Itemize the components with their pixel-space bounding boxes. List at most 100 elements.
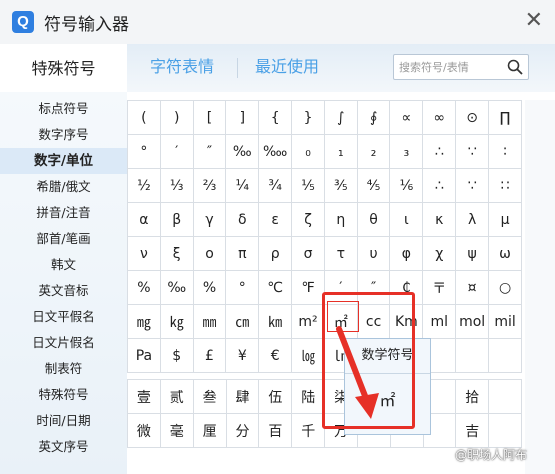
symbol-cell[interactable]: δ [225,202,260,237]
symbol-cell[interactable]: ∴ [422,134,457,169]
symbol-cell[interactable]: φ [389,236,424,271]
symbol-cell[interactable]: ₁ [323,134,358,169]
symbol-cell[interactable]: ㎝ [225,304,260,339]
symbol-cell[interactable]: ⅙ [389,168,424,203]
symbol-cell[interactable]: σ [291,236,325,271]
symbol-cell[interactable]: ℃ [258,270,293,305]
symbol-cell[interactable]: ㎎ [127,304,161,339]
scrollbar[interactable] [525,100,555,474]
symbol-cell[interactable]: ε [258,202,293,237]
symbol-cell[interactable]: ∶ [488,134,522,169]
symbol-cell[interactable]: % [127,270,161,305]
symbol-cell[interactable]: £ [192,338,227,373]
symbol-cell[interactable]: ∵ [455,168,490,203]
symbol-cell[interactable]: ι [389,202,424,237]
symbol-cell[interactable]: Pa [127,338,161,373]
symbol-cell[interactable]: ‰ [159,270,194,305]
symbol-cell[interactable]: 百 [258,413,293,448]
symbol-cell[interactable]: mil [488,304,522,339]
symbol-cell[interactable]: ₂ [356,134,391,169]
symbol-cell[interactable]: 吉 [455,413,490,448]
symbol-cell[interactable]: ψ [455,236,490,271]
symbol-cell[interactable]: ∝ [389,100,424,135]
symbol-cell[interactable]: ∏ [488,100,522,135]
symbol-cell[interactable] [488,413,522,448]
symbol-cell[interactable]: υ [356,236,391,271]
symbol-cell[interactable]: ] [225,100,260,135]
symbol-cell[interactable]: 分 [225,413,260,448]
symbol-cell[interactable]: τ [323,236,358,271]
sidebar-item-greek-russian[interactable]: 希腊/俄文 [0,174,127,200]
symbol-cell[interactable]: ⅘ [356,168,391,203]
symbol-cell[interactable]: ㎞ [258,304,293,339]
symbol-cell[interactable]: 千 [291,413,326,448]
symbol-cell[interactable]: € [258,338,293,373]
symbol-cell[interactable]: ∷ [488,168,522,203]
symbol-cell[interactable]: 微 [127,413,161,448]
symbol-cell[interactable]: ξ [159,236,194,271]
symbol-cell[interactable]: ⅕ [291,168,325,203]
symbol-cell[interactable]: ㏒ [291,338,325,373]
symbol-cell[interactable]: 贰 [159,379,194,414]
sidebar-item-box-drawing[interactable]: 制表符 [0,356,127,382]
search-icon[interactable] [506,58,524,76]
symbol-cell[interactable]: 拾 [455,379,490,414]
sidebar-item-number-sequence[interactable]: 数字序号 [0,122,127,148]
symbol-cell[interactable]: 〒 [422,270,457,305]
symbol-cell[interactable]: ) [159,100,194,135]
symbol-cell[interactable]: % [192,270,227,305]
sidebar-item-korean[interactable]: 韩文 [0,252,127,278]
symbol-cell[interactable]: ν [127,236,161,271]
symbol-cell[interactable]: ο [192,236,227,271]
symbol-cell[interactable]: 壹 [127,379,161,414]
symbol-cell[interactable]: ρ [258,236,293,271]
symbol-cell[interactable]: [ [192,100,227,135]
symbol-cell[interactable]: ㎜ [192,304,227,339]
sidebar-item-punctuation[interactable]: 标点符号 [0,96,127,122]
symbol-cell[interactable]: ∴ [422,168,457,203]
symbol-cell[interactable]: ° [127,134,161,169]
symbol-cell[interactable]: ⊙ [455,100,490,135]
tab-recent[interactable]: 最近使用 [238,44,336,92]
symbol-cell[interactable]: 叁 [192,379,227,414]
symbol-cell[interactable]: ′ [159,134,194,169]
close-icon[interactable]: ✕ [525,10,543,32]
symbol-cell[interactable]: mol [455,304,490,339]
sidebar-item-hiragana[interactable]: 日文平假名 [0,304,127,330]
sidebar-item-datetime[interactable]: 时间/日期 [0,408,127,434]
symbol-cell[interactable]: ( [127,100,161,135]
symbol-cell[interactable]: μ [488,202,522,237]
symbol-cell[interactable]: $ [159,338,194,373]
symbol-cell[interactable]: ℉ [291,270,325,305]
tab-special-symbols[interactable]: 特殊符号 [0,44,127,94]
symbol-cell[interactable]: } [291,100,325,135]
symbol-cell[interactable]: ¾ [258,168,293,203]
sidebar-item-numbers-units[interactable]: 数字/单位 [0,148,127,174]
symbol-cell[interactable]: ⅔ [192,168,227,203]
symbol-cell[interactable]: γ [192,202,227,237]
symbol-cell[interactable]: ∞ [422,100,457,135]
symbol-cell[interactable]: ₀ [291,134,325,169]
symbol-cell[interactable]: ∮ [356,100,391,135]
symbol-cell[interactable]: ω [488,236,522,271]
symbol-cell[interactable]: θ [356,202,391,237]
symbol-cell[interactable]: ‱ [258,134,293,169]
symbol-cell[interactable]: ° [225,270,260,305]
symbol-cell[interactable]: λ [455,202,490,237]
sidebar-item-pinyin[interactable]: 拼音/注音 [0,200,127,226]
symbol-cell[interactable]: β [159,202,194,237]
symbol-cell[interactable] [488,338,522,373]
symbol-cell[interactable]: 陆 [291,379,326,414]
sidebar-item-katakana[interactable]: 日文片假名 [0,330,127,356]
symbol-cell[interactable]: m² [291,304,325,339]
symbol-cell[interactable]: π [225,236,260,271]
symbol-cell[interactable]: κ [422,202,457,237]
symbol-cell[interactable]: 毫 [159,413,194,448]
sidebar-item-phonetics[interactable]: 英文音标 [0,278,127,304]
symbol-cell[interactable]: α [127,202,161,237]
sidebar-item-radicals[interactable]: 部首/笔画 [0,226,127,252]
symbol-cell[interactable]: ‰ [225,134,260,169]
symbol-cell[interactable] [455,338,490,373]
symbol-cell[interactable]: 肆 [225,379,260,414]
symbol-cell[interactable]: ¼ [225,168,260,203]
